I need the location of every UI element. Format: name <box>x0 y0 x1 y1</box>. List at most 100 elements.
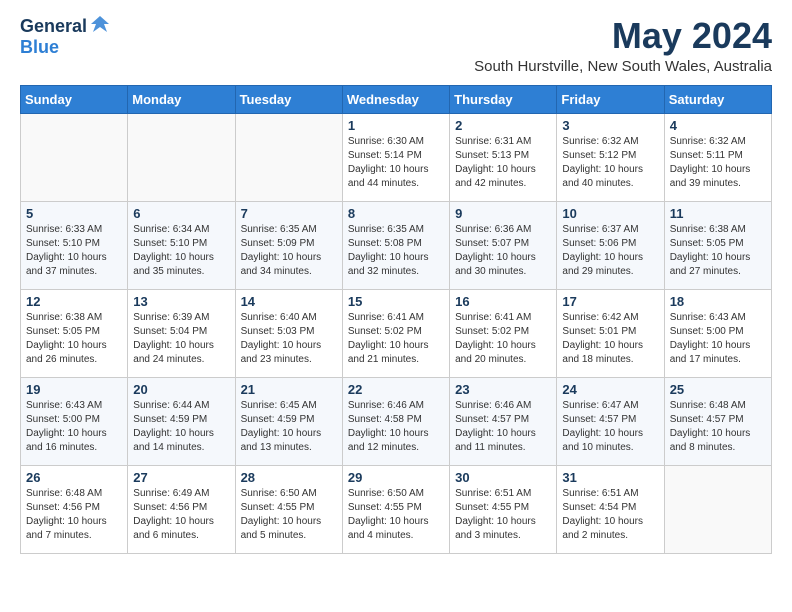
day-number: 18 <box>670 294 766 309</box>
day-info: Sunrise: 6:41 AM Sunset: 5:02 PM Dayligh… <box>348 311 444 367</box>
day-info: Sunrise: 6:46 AM Sunset: 4:58 PM Dayligh… <box>348 399 444 455</box>
day-number: 11 <box>670 206 766 221</box>
day-number: 20 <box>133 382 229 397</box>
calendar-cell: 7 Sunrise: 6:35 AM Sunset: 5:09 PM Daylig… <box>235 201 342 289</box>
day-info: Sunrise: 6:38 AM Sunset: 5:05 PM Dayligh… <box>670 223 766 279</box>
week-row-3: 12 Sunrise: 6:38 AM Sunset: 5:05 PM Dayli… <box>21 289 772 377</box>
calendar-cell: 3 Sunrise: 6:32 AM Sunset: 5:12 PM Daylig… <box>557 113 664 201</box>
calendar-cell: 16 Sunrise: 6:41 AM Sunset: 5:02 PM Dayli… <box>450 289 557 377</box>
day-info: Sunrise: 6:47 AM Sunset: 4:57 PM Dayligh… <box>562 399 658 455</box>
calendar-cell: 23 Sunrise: 6:46 AM Sunset: 4:57 PM Dayli… <box>450 377 557 465</box>
calendar-cell: 12 Sunrise: 6:38 AM Sunset: 5:05 PM Dayli… <box>21 289 128 377</box>
day-info: Sunrise: 6:35 AM Sunset: 5:09 PM Dayligh… <box>241 223 337 279</box>
day-number: 30 <box>455 470 551 485</box>
day-info: Sunrise: 6:43 AM Sunset: 5:00 PM Dayligh… <box>670 311 766 367</box>
logo: General Blue <box>20 16 111 58</box>
day-info: Sunrise: 6:32 AM Sunset: 5:12 PM Dayligh… <box>562 135 658 191</box>
day-number: 13 <box>133 294 229 309</box>
day-number: 29 <box>348 470 444 485</box>
day-number: 17 <box>562 294 658 309</box>
day-number: 10 <box>562 206 658 221</box>
day-number: 19 <box>26 382 122 397</box>
day-info: Sunrise: 6:42 AM Sunset: 5:01 PM Dayligh… <box>562 311 658 367</box>
day-info: Sunrise: 6:46 AM Sunset: 4:57 PM Dayligh… <box>455 399 551 455</box>
title-block: May 2024 South Hurstville, New South Wal… <box>474 16 772 75</box>
logo-blue: Blue <box>20 37 59 58</box>
day-number: 28 <box>241 470 337 485</box>
week-row-4: 19 Sunrise: 6:43 AM Sunset: 5:00 PM Dayli… <box>21 377 772 465</box>
day-number: 15 <box>348 294 444 309</box>
day-number: 22 <box>348 382 444 397</box>
weekday-header-tuesday: Tuesday <box>235 85 342 113</box>
weekday-header-friday: Friday <box>557 85 664 113</box>
calendar-cell: 9 Sunrise: 6:36 AM Sunset: 5:07 PM Daylig… <box>450 201 557 289</box>
calendar-subtitle: South Hurstville, New South Wales, Austr… <box>474 58 772 75</box>
calendar-title: May 2024 <box>474 16 772 56</box>
day-number: 21 <box>241 382 337 397</box>
calendar-cell: 18 Sunrise: 6:43 AM Sunset: 5:00 PM Dayli… <box>664 289 771 377</box>
day-number: 27 <box>133 470 229 485</box>
day-info: Sunrise: 6:49 AM Sunset: 4:56 PM Dayligh… <box>133 487 229 543</box>
day-info: Sunrise: 6:37 AM Sunset: 5:06 PM Dayligh… <box>562 223 658 279</box>
day-info: Sunrise: 6:31 AM Sunset: 5:13 PM Dayligh… <box>455 135 551 191</box>
calendar-table: SundayMondayTuesdayWednesdayThursdayFrid… <box>20 85 772 554</box>
day-info: Sunrise: 6:44 AM Sunset: 4:59 PM Dayligh… <box>133 399 229 455</box>
day-info: Sunrise: 6:51 AM Sunset: 4:54 PM Dayligh… <box>562 487 658 543</box>
calendar-cell: 10 Sunrise: 6:37 AM Sunset: 5:06 PM Dayli… <box>557 201 664 289</box>
calendar-cell <box>664 465 771 553</box>
day-info: Sunrise: 6:40 AM Sunset: 5:03 PM Dayligh… <box>241 311 337 367</box>
calendar-cell: 25 Sunrise: 6:48 AM Sunset: 4:57 PM Dayli… <box>664 377 771 465</box>
day-number: 2 <box>455 118 551 133</box>
weekday-header-wednesday: Wednesday <box>342 85 449 113</box>
day-number: 7 <box>241 206 337 221</box>
calendar-cell: 13 Sunrise: 6:39 AM Sunset: 5:04 PM Dayli… <box>128 289 235 377</box>
calendar-cell: 27 Sunrise: 6:49 AM Sunset: 4:56 PM Dayli… <box>128 465 235 553</box>
calendar-cell: 6Sunrise: 6:34 AM Sunset: 5:10 PM Daylig… <box>128 201 235 289</box>
calendar-cell: 11 Sunrise: 6:38 AM Sunset: 5:05 PM Dayli… <box>664 201 771 289</box>
weekday-header-monday: Monday <box>128 85 235 113</box>
calendar-cell: 31 Sunrise: 6:51 AM Sunset: 4:54 PM Dayli… <box>557 465 664 553</box>
logo-general: General <box>20 16 87 37</box>
day-number: 3 <box>562 118 658 133</box>
day-info: Sunrise: 6:30 AM Sunset: 5:14 PM Dayligh… <box>348 135 444 191</box>
day-info: Sunrise: 6:50 AM Sunset: 4:55 PM Dayligh… <box>348 487 444 543</box>
day-info: Sunrise: 6:39 AM Sunset: 5:04 PM Dayligh… <box>133 311 229 367</box>
week-row-1: 1 Sunrise: 6:30 AM Sunset: 5:14 PM Daylig… <box>21 113 772 201</box>
day-number: 31 <box>562 470 658 485</box>
weekday-header-sunday: Sunday <box>21 85 128 113</box>
day-info: Sunrise: 6:41 AM Sunset: 5:02 PM Dayligh… <box>455 311 551 367</box>
calendar-cell: 19 Sunrise: 6:43 AM Sunset: 5:00 PM Dayli… <box>21 377 128 465</box>
calendar-cell <box>21 113 128 201</box>
day-info: Sunrise: 6:33 AM Sunset: 5:10 PM Dayligh… <box>26 223 122 279</box>
day-number: 25 <box>670 382 766 397</box>
calendar-cell: 21 Sunrise: 6:45 AM Sunset: 4:59 PM Dayli… <box>235 377 342 465</box>
day-number: 5 <box>26 206 122 221</box>
calendar-cell: 26Sunrise: 6:48 AM Sunset: 4:56 PM Dayli… <box>21 465 128 553</box>
calendar-cell: 2 Sunrise: 6:31 AM Sunset: 5:13 PM Daylig… <box>450 113 557 201</box>
header: General Blue May 2024 South Hurstville, … <box>20 16 772 75</box>
day-info: Sunrise: 6:32 AM Sunset: 5:11 PM Dayligh… <box>670 135 766 191</box>
calendar-cell <box>235 113 342 201</box>
weekday-header-saturday: Saturday <box>664 85 771 113</box>
calendar-cell: 30Sunrise: 6:51 AM Sunset: 4:55 PM Dayli… <box>450 465 557 553</box>
calendar-cell: 29 Sunrise: 6:50 AM Sunset: 4:55 PM Dayli… <box>342 465 449 553</box>
day-number: 12 <box>26 294 122 309</box>
calendar-cell: 24Sunrise: 6:47 AM Sunset: 4:57 PM Dayli… <box>557 377 664 465</box>
calendar-cell: 1 Sunrise: 6:30 AM Sunset: 5:14 PM Daylig… <box>342 113 449 201</box>
calendar-cell: 17 Sunrise: 6:42 AM Sunset: 5:01 PM Dayli… <box>557 289 664 377</box>
day-info: Sunrise: 6:36 AM Sunset: 5:07 PM Dayligh… <box>455 223 551 279</box>
day-info: Sunrise: 6:48 AM Sunset: 4:57 PM Dayligh… <box>670 399 766 455</box>
week-row-2: 5 Sunrise: 6:33 AM Sunset: 5:10 PM Daylig… <box>21 201 772 289</box>
day-number: 23 <box>455 382 551 397</box>
day-number: 4 <box>670 118 766 133</box>
day-number: 16 <box>455 294 551 309</box>
day-info: Sunrise: 6:43 AM Sunset: 5:00 PM Dayligh… <box>26 399 122 455</box>
day-info: Sunrise: 6:35 AM Sunset: 5:08 PM Dayligh… <box>348 223 444 279</box>
day-info: Sunrise: 6:38 AM Sunset: 5:05 PM Dayligh… <box>26 311 122 367</box>
calendar-cell: 4 Sunrise: 6:32 AM Sunset: 5:11 PM Daylig… <box>664 113 771 201</box>
day-info: Sunrise: 6:45 AM Sunset: 4:59 PM Dayligh… <box>241 399 337 455</box>
day-number: 1 <box>348 118 444 133</box>
calendar-cell: 8Sunrise: 6:35 AM Sunset: 5:08 PM Daylig… <box>342 201 449 289</box>
calendar-cell: 14Sunrise: 6:40 AM Sunset: 5:03 PM Dayli… <box>235 289 342 377</box>
day-number: 9 <box>455 206 551 221</box>
